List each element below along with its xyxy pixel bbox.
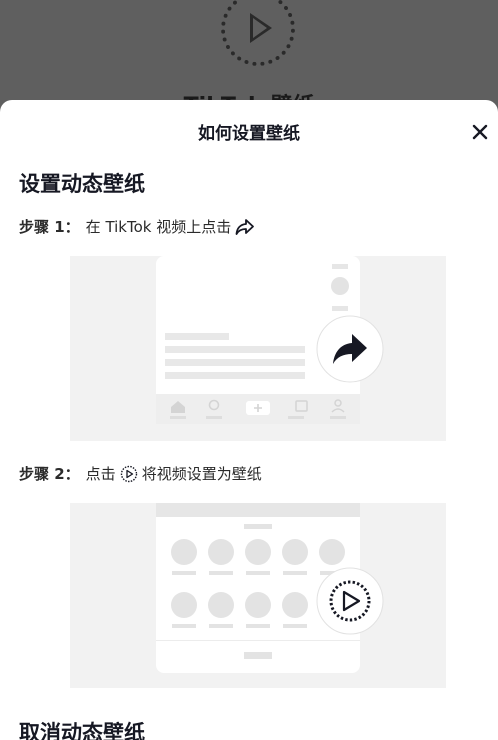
section-title-cancel-live-wallpaper: 取消动态壁纸: [19, 721, 145, 740]
step-1-text: 在 TikTok 视频上点击: [85, 218, 232, 236]
step-1: 步骤 1： 在 TikTok 视频上点击: [19, 216, 259, 237]
step-1-label: 步骤 1：: [19, 218, 80, 236]
sheet-title: 如何设置壁纸: [198, 124, 300, 144]
close-button[interactable]: [466, 118, 494, 146]
live-wallpaper-play-icon: [120, 465, 138, 483]
step-2-label: 步骤 2：: [19, 465, 80, 483]
step-2-text-after: 将视频设置为壁纸: [141, 465, 262, 483]
sheet-header: 如何设置壁纸: [0, 100, 498, 164]
wallpaper-help-sheet: 如何设置壁纸 设置动态壁纸 步骤 1： 在 TikTok 视频上点击 步骤 2：…: [0, 100, 498, 740]
illustration-set-wallpaper: [70, 503, 446, 688]
close-icon: [472, 124, 488, 140]
play-icon: [221, 0, 295, 66]
section-title-set-live-wallpaper: 设置动态壁纸: [19, 172, 145, 196]
share-arrow-icon: [235, 218, 255, 236]
step-2: 步骤 2： 点击 将视频设置为壁纸: [19, 463, 262, 484]
step-2-text-before: 点击: [85, 465, 116, 483]
illustration-share: [70, 256, 446, 441]
